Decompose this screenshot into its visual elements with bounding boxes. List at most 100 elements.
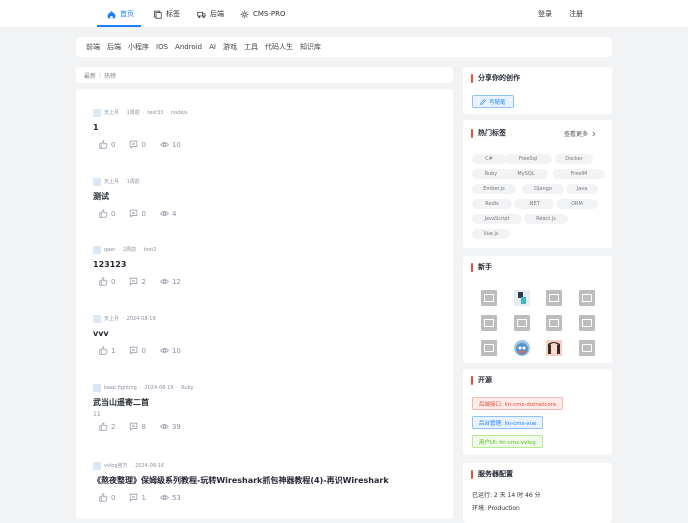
newbie-avatar[interactable]: [579, 290, 595, 306]
author-name[interactable]: 天上月: [104, 178, 119, 185]
newbie-avatar[interactable]: [546, 315, 562, 331]
category-android[interactable]: Android: [175, 43, 202, 51]
author-avatar[interactable]: [93, 383, 101, 392]
hot-tag[interactable]: JavaScript: [472, 214, 522, 224]
newbie-avatar[interactable]: [481, 290, 497, 306]
article-item[interactable]: keep fighting · 2024-08-19 · Ruby 武当山遥寄二首 11 2 8…: [93, 383, 443, 431]
author-avatar[interactable]: [93, 245, 101, 254]
hot-tag[interactable]: .NET: [514, 199, 554, 209]
article-title[interactable]: 武当山遥寄二首: [93, 397, 443, 408]
hot-tag[interactable]: MySQL: [504, 169, 548, 179]
meta-separator: ·: [166, 109, 168, 116]
article-title[interactable]: vvv: [93, 328, 443, 339]
hot-tag[interactable]: Vue.js: [472, 229, 510, 239]
author-name[interactable]: qaer: [104, 247, 115, 253]
hot-tag[interactable]: React.js: [524, 214, 568, 224]
like-button[interactable]: 0: [99, 493, 115, 502]
article-item[interactable]: 天上月 · 1周前 · test33 · nodejs 1 0 0 10: [93, 108, 443, 149]
category-frontend[interactable]: 前端: [86, 42, 100, 52]
category-ai[interactable]: AI: [209, 43, 216, 51]
write-note-button[interactable]: 写随笔: [472, 95, 514, 108]
article-item[interactable]: vvlog官方 · 2024-08-16 《熬夜整理》保姆级系列教程-玩转Wiresh…: [93, 461, 443, 502]
post-tag[interactable]: Ruby: [181, 385, 194, 391]
article-item[interactable]: 天上月 · 2024-08-19 vvv 1 0 10: [93, 314, 443, 355]
sort-latest[interactable]: 最新: [84, 71, 96, 80]
author-avatar[interactable]: [93, 461, 101, 470]
hot-tag[interactable]: Ember.js: [472, 184, 516, 194]
article-item[interactable]: 天上月 · 1周前 测试 0 0 4: [93, 177, 443, 218]
sun-icon: [240, 10, 249, 18]
like-button[interactable]: 2: [99, 422, 115, 431]
category-ios[interactable]: IOS: [156, 43, 168, 51]
newbie-avatar[interactable]: [481, 315, 497, 331]
newbie-avatar[interactable]: [514, 315, 530, 331]
comment-button[interactable]: 8: [129, 422, 146, 431]
newbie-avatar[interactable]: [514, 290, 530, 306]
newbie-avatar[interactable]: [546, 290, 562, 306]
article-title[interactable]: 1: [93, 122, 443, 133]
like-button[interactable]: 1: [99, 346, 115, 355]
eye-icon: [160, 142, 169, 147]
like-button[interactable]: 0: [99, 209, 115, 218]
hot-tag[interactable]: ORM: [556, 199, 598, 209]
register-link[interactable]: 注册: [569, 0, 583, 28]
author-avatar[interactable]: [93, 314, 101, 323]
sort-hot[interactable]: 热榜: [104, 71, 116, 80]
category-miniprogram[interactable]: 小程序: [128, 42, 149, 52]
comment-button[interactable]: 2: [129, 277, 146, 286]
author-avatar[interactable]: [93, 177, 101, 186]
article-item[interactable]: qaer · 2周前 · test2 123123 0 2 12: [93, 245, 443, 286]
author-name[interactable]: 天上月: [104, 109, 119, 116]
newbie-avatar[interactable]: [579, 340, 595, 356]
like-count: 2: [111, 422, 116, 431]
author-avatar[interactable]: [93, 108, 101, 117]
category-tools[interactable]: 工具: [244, 42, 258, 52]
comment-button[interactable]: 0: [129, 209, 146, 218]
author-name[interactable]: 天上月: [104, 315, 119, 322]
newbie-avatar[interactable]: [546, 340, 562, 356]
post-tag[interactable]: test33: [147, 110, 163, 116]
hot-tag[interactable]: Java: [566, 184, 598, 194]
comment-button[interactable]: 0: [129, 346, 146, 355]
hot-tag[interactable]: Docker: [555, 154, 593, 164]
opensource-link[interactable]: 后端接口: lin-cms-dotnetcore: [472, 397, 564, 410]
login-link[interactable]: 登录: [538, 0, 552, 28]
meta-separator: ·: [139, 384, 142, 391]
author-name[interactable]: vvlog官方: [104, 462, 128, 469]
nav-item-home[interactable]: 首页: [107, 0, 134, 28]
like-count: 0: [111, 277, 116, 286]
post-tag[interactable]: test2: [144, 247, 157, 253]
comment-button[interactable]: 1: [129, 493, 146, 502]
comment-icon: [130, 209, 138, 218]
newbie-avatar[interactable]: [514, 340, 530, 356]
opensource-link[interactable]: 用户UI: lin-cms-vvlog: [472, 435, 543, 448]
nav-item-backend[interactable]: 后端: [197, 0, 224, 28]
hot-tag[interactable]: Django: [522, 184, 564, 194]
hot-tag[interactable]: Redis: [472, 199, 512, 209]
eye-icon: [160, 495, 169, 500]
opensource-link[interactable]: 后台管理: lin-cms-vue: [472, 416, 544, 429]
article-title[interactable]: 《熬夜整理》保姆级系列教程-玩转Wireshark抓包神器教程(4)-再识Wir…: [93, 475, 443, 486]
nav-item-tags[interactable]: 标签: [153, 0, 180, 28]
thumbs-up-icon: [99, 209, 108, 218]
like-button[interactable]: 0: [99, 140, 115, 149]
newbie-avatar[interactable]: [579, 315, 595, 331]
anime-avatar-icon: [548, 342, 560, 354]
newbie-avatar[interactable]: [481, 340, 497, 356]
category-knowledge[interactable]: 知识库: [300, 42, 321, 52]
author-name[interactable]: keep fighting: [104, 385, 137, 391]
nav-item-cms-pro[interactable]: CMS-PRO: [240, 0, 286, 28]
comment-button[interactable]: 0: [129, 140, 146, 149]
article-title[interactable]: 123123: [93, 259, 443, 270]
category-code-life[interactable]: 代码人生: [265, 42, 293, 52]
post-tag[interactable]: nodejs: [171, 110, 187, 116]
meta-separator: ·: [142, 109, 145, 116]
category-backend[interactable]: 后端: [107, 42, 121, 52]
like-button[interactable]: 0: [99, 277, 115, 286]
category-games[interactable]: 游戏: [223, 42, 237, 52]
hot-tag[interactable]: C#: [472, 154, 506, 164]
view-more-link[interactable]: 查看更多: [564, 129, 596, 138]
hot-tag[interactable]: FreeSql: [504, 154, 552, 164]
hot-tag[interactable]: FreeIM: [553, 169, 605, 179]
article-title[interactable]: 测试: [93, 191, 443, 202]
